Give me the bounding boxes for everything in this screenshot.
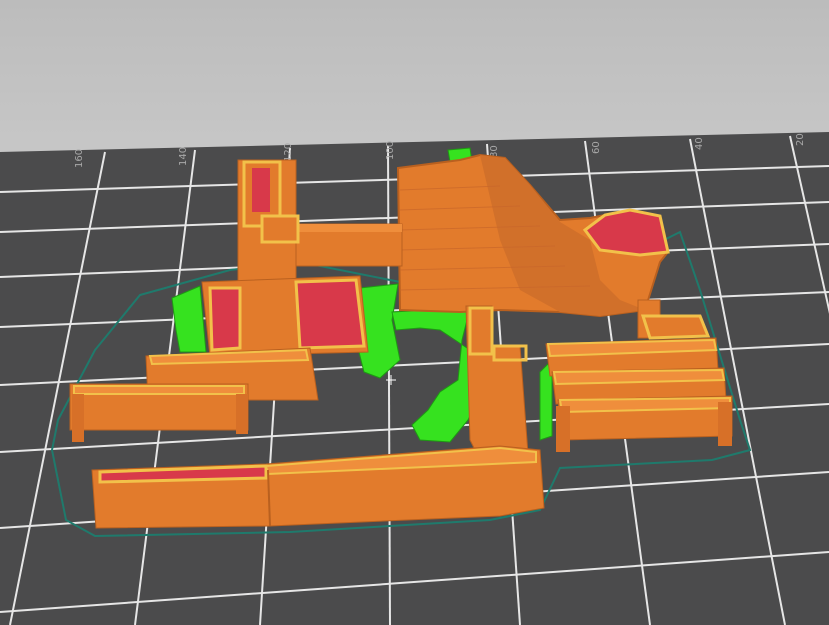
tick-label: 100 — [385, 141, 396, 160]
tick-label: 140 — [178, 147, 189, 166]
tick-label: 120 — [283, 143, 294, 162]
right-bench-stack — [545, 337, 733, 452]
tick-label: 40 — [694, 137, 705, 150]
infill-pad-left — [201, 275, 369, 357]
tick-label: 60 — [591, 141, 602, 154]
tick-label: 160 — [74, 149, 85, 168]
3d-viewport[interactable]: 160 140 120 100 80 60 40 20 — [0, 0, 829, 625]
connector-beam — [291, 223, 403, 267]
print-preview-canvas[interactable]: 160 140 120 100 80 60 40 20 — [0, 0, 829, 625]
tick-label: 20 — [795, 133, 806, 146]
